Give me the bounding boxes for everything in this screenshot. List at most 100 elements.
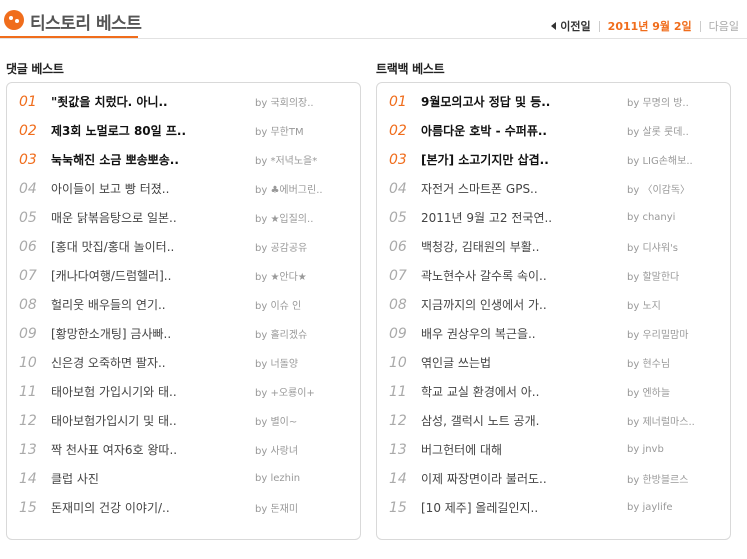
author-link[interactable]: by 우리밀맘마 (627, 326, 727, 341)
post-title-link[interactable]: [황망한소개팅] 금사빠.. (51, 325, 255, 342)
list-item[interactable]: 11 태아보험 가입시기와 태.. by +오룡이+ (7, 377, 360, 406)
list-item[interactable]: 03 눅눅해진 소금 뽀송뽀송.. by *저녁노을* (7, 145, 360, 174)
nav-separator (699, 20, 701, 32)
author-link[interactable]: by 무명의 방.. (627, 94, 727, 109)
list-item[interactable]: 08 지금까지의 인생에서 가.. by 노지 (377, 290, 730, 319)
list-item[interactable]: 04 아이들이 보고 빵 터졌.. by ♣에버그린.. (7, 174, 360, 203)
post-title-link[interactable]: 2011년 9월 고2 전국연.. (421, 209, 627, 226)
author-link[interactable]: by 노지 (627, 297, 727, 312)
post-title-link[interactable]: 삼성, 갤럭시 노트 공개. (421, 412, 627, 429)
list-item[interactable]: 05 매운 닭볶음탕으로 일본.. by ★입질의.. (7, 203, 360, 232)
author-link[interactable]: by 엔하늘 (627, 384, 727, 399)
author-link[interactable]: by 디샤워's (627, 239, 727, 254)
post-title-link[interactable]: "죗값을 치렀다. 아니.. (51, 93, 255, 110)
author-link[interactable]: by 현수님 (627, 355, 727, 370)
author-link[interactable]: by 너돌양 (255, 355, 355, 370)
post-title-link[interactable]: 돈재미의 건강 이야기/.. (51, 499, 255, 516)
author-link[interactable]: by ★입질의.. (255, 210, 355, 225)
list-item[interactable]: 06 [홍대 맛집/홍대 놀이터.. by 공감공유 (7, 232, 360, 261)
post-title-link[interactable]: 태아보험가입시기 및 태.. (51, 412, 255, 429)
author-link[interactable]: by 국회의장.. (255, 94, 355, 109)
post-title-link[interactable]: 9월모의고사 정답 및 등.. (421, 93, 627, 110)
list-item[interactable]: 13 버그헌터에 대해 by jnvb (377, 435, 730, 464)
list-item[interactable]: 05 2011년 9월 고2 전국연.. by chanyi (377, 203, 730, 232)
author-link[interactable]: by *저녁노을* (255, 152, 355, 167)
author-link[interactable]: by chanyi (627, 212, 727, 223)
rank-number: 08 (19, 296, 37, 313)
author-link[interactable]: by 돈재미 (255, 500, 355, 515)
list-item[interactable]: 02 제3회 노멀로그 80일 프.. by 무한TM (7, 116, 360, 145)
post-title-link[interactable]: 버그헌터에 대해 (421, 441, 627, 458)
section-title: 트랙백 베스트 (376, 62, 445, 76)
list-item[interactable]: 11 학교 교실 환경에서 아.. by 엔하늘 (377, 377, 730, 406)
author-link[interactable]: by LIG손해보.. (627, 152, 727, 167)
post-title-link[interactable]: 눅눅해진 소금 뽀송뽀송.. (51, 151, 255, 168)
post-title-link[interactable]: [본가] 소고기지만 삽겹.. (421, 151, 627, 168)
list-item[interactable]: 12 태아보험가입시기 및 태.. by 별이~ (7, 406, 360, 435)
post-title-link[interactable]: [10 제주] 올레길인지.. (421, 499, 627, 516)
list-item[interactable]: 15 [10 제주] 올레길인지.. by jaylife (377, 493, 730, 522)
list-item[interactable]: 13 짝 천사표 여자6호 왕따.. by 사랑녀 (7, 435, 360, 464)
rank-number: 07 (389, 267, 407, 284)
list-item[interactable]: 06 백청강, 김태원의 부활.. by 디샤워's (377, 232, 730, 261)
post-title-link[interactable]: 제3회 노멀로그 80일 프.. (51, 122, 255, 139)
list-item[interactable]: 12 삼성, 갤럭시 노트 공개. by 제너럴마스.. (377, 406, 730, 435)
list-item[interactable]: 02 아름다운 호박 - 수퍼퓨.. by 살롯 룻데.. (377, 116, 730, 145)
author-link[interactable]: by jaylife (627, 502, 727, 513)
prev-arrow-icon[interactable] (551, 22, 557, 30)
author-link[interactable]: by 제너럴마스.. (627, 413, 727, 428)
post-title-link[interactable]: 이제 짜장면이라 불러도.. (421, 470, 627, 487)
author-link[interactable]: by 공감공유 (255, 239, 355, 254)
post-title-link[interactable]: 클럽 사진 (51, 470, 255, 487)
prev-day-link[interactable]: 이전일 (560, 18, 590, 34)
list-item[interactable]: 04 자전거 스마트폰 GPS.. by 〈이감독〉 (377, 174, 730, 203)
post-title-link[interactable]: 신은경 오죽하면 팔자.. (51, 354, 255, 371)
list-item[interactable]: 09 배우 권상우의 복근을.. by 우리밀맘마 (377, 319, 730, 348)
post-title-link[interactable]: 곽노현수사 갈수록 속이.. (421, 267, 627, 284)
rank-number: 05 (19, 209, 37, 226)
post-title-link[interactable]: 아이들이 보고 빵 터졌.. (51, 180, 255, 197)
next-day-link[interactable]: 다음일 (709, 18, 739, 34)
author-link[interactable]: by 이슈 인 (255, 297, 355, 312)
list-item[interactable]: 14 이제 짜장면이라 불러도.. by 한방블르스 (377, 464, 730, 493)
author-link[interactable]: by 한방블르스 (627, 471, 727, 486)
author-link[interactable]: by 사랑녀 (255, 442, 355, 457)
post-title-link[interactable]: 아름다운 호박 - 수퍼퓨.. (421, 122, 627, 139)
post-title-link[interactable]: 태아보험 가입시기와 태.. (51, 383, 255, 400)
list-item[interactable]: 01 "죗값을 치렀다. 아니.. by 국회의장.. (7, 87, 360, 116)
author-link[interactable]: by ★안다★ (255, 268, 355, 283)
author-link[interactable]: by 홀리겠슈 (255, 326, 355, 341)
list-item[interactable]: 08 헐리웃 배우들의 연기.. by 이슈 인 (7, 290, 360, 319)
page-title: 티스토리 베스트 (30, 14, 142, 34)
list-item[interactable]: 07 곽노현수사 갈수록 속이.. by 할말한다 (377, 261, 730, 290)
author-link[interactable]: by 살롯 룻데.. (627, 123, 727, 138)
author-link[interactable]: by 〈이감독〉 (627, 181, 727, 196)
post-title-link[interactable]: 매운 닭볶음탕으로 일본.. (51, 209, 255, 226)
post-title-link[interactable]: 짝 천사표 여자6호 왕따.. (51, 441, 255, 458)
post-title-link[interactable]: 백청강, 김태원의 부활.. (421, 238, 627, 255)
list-item[interactable]: 01 9월모의고사 정답 및 등.. by 무명의 방.. (377, 87, 730, 116)
author-link[interactable]: by ♣에버그린.. (255, 181, 355, 196)
author-link[interactable]: by 무한TM (255, 123, 355, 138)
author-link[interactable]: by jnvb (627, 444, 727, 455)
post-title-link[interactable]: 자전거 스마트폰 GPS.. (421, 180, 627, 197)
list-item[interactable]: 10 신은경 오죽하면 팔자.. by 너돌양 (7, 348, 360, 377)
author-link[interactable]: by lezhin (255, 473, 355, 484)
author-link[interactable]: by 할말한다 (627, 268, 727, 283)
author-link[interactable]: by 별이~ (255, 413, 355, 428)
post-title-link[interactable]: 지금까지의 인생에서 가.. (421, 296, 627, 313)
list-item[interactable]: 14 클럽 사진 by lezhin (7, 464, 360, 493)
list-item[interactable]: 09 [황망한소개팅] 금사빠.. by 홀리겠슈 (7, 319, 360, 348)
post-title-link[interactable]: [홍대 맛집/홍대 놀이터.. (51, 238, 255, 255)
list-item[interactable]: 15 돈재미의 건강 이야기/.. by 돈재미 (7, 493, 360, 522)
rank-number: 15 (389, 499, 407, 516)
post-title-link[interactable]: 헐리웃 배우들의 연기.. (51, 296, 255, 313)
post-title-link[interactable]: 배우 권상우의 복근을.. (421, 325, 627, 342)
list-item[interactable]: 07 [캐나다여행/드럼헬러].. by ★안다★ (7, 261, 360, 290)
list-item[interactable]: 10 엮인글 쓰는법 by 현수님 (377, 348, 730, 377)
post-title-link[interactable]: 엮인글 쓰는법 (421, 354, 627, 371)
post-title-link[interactable]: 학교 교실 환경에서 아.. (421, 383, 627, 400)
post-title-link[interactable]: [캐나다여행/드럼헬러].. (51, 267, 255, 284)
list-item[interactable]: 03 [본가] 소고기지만 삽겹.. by LIG손해보.. (377, 145, 730, 174)
author-link[interactable]: by +오룡이+ (255, 384, 355, 399)
